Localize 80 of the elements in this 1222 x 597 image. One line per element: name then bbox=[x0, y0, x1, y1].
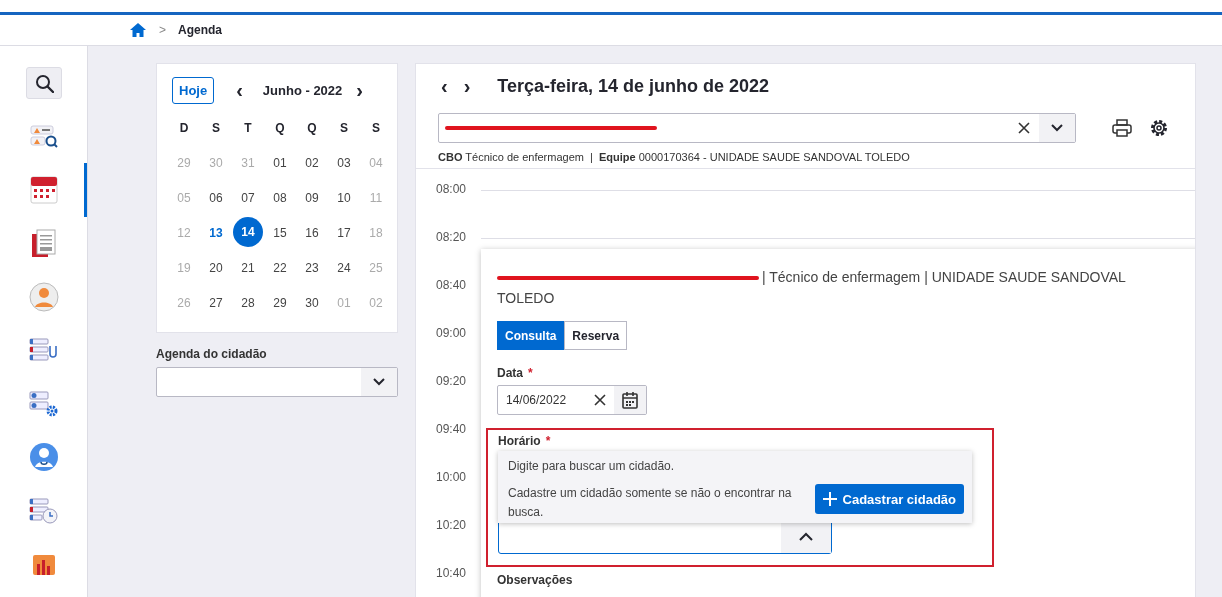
date-title: Terça-feira, 14 de junho de 2022 bbox=[497, 75, 770, 97]
calendar-day[interactable]: 17 bbox=[328, 215, 360, 250]
time-label: 09:00 bbox=[436, 326, 468, 340]
calendar-day[interactable]: 07 bbox=[232, 180, 264, 215]
calendar-day[interactable]: 29 bbox=[264, 285, 296, 320]
chevron-up-icon bbox=[799, 531, 813, 542]
weekday-label: S bbox=[339, 119, 349, 137]
person-icon bbox=[28, 281, 59, 312]
search-icon bbox=[33, 72, 54, 93]
note-text: Cadastre um cidadão somente se não o encontrar na busca. bbox=[508, 485, 793, 521]
calendar-day[interactable]: 14 bbox=[233, 217, 263, 247]
breadcrumb-separator: > bbox=[159, 23, 166, 37]
professional-info: CBO Técnico de enfermagem | Equipe 0000170364 - UNIDADE SAUDE SANDOVAL TOLEDO bbox=[438, 151, 911, 163]
weekday-label: D bbox=[178, 119, 190, 137]
calendar-day[interactable]: 16 bbox=[296, 215, 328, 250]
document-icon bbox=[31, 228, 56, 258]
calendar-day[interactable]: 20 bbox=[200, 250, 232, 285]
calendar-day[interactable]: 21 bbox=[232, 250, 264, 285]
calendar-day[interactable]: 28 bbox=[232, 285, 264, 320]
previous-day-button[interactable]: ‹ bbox=[438, 74, 451, 98]
next-day-button[interactable]: › bbox=[460, 74, 474, 98]
hint-text: Digite para buscar um cidadão. bbox=[508, 459, 676, 473]
clock-list-icon bbox=[29, 497, 58, 524]
time-label: 08:20 bbox=[436, 230, 468, 244]
time-label: 09:40 bbox=[436, 422, 468, 436]
weekday-label: S bbox=[211, 119, 221, 137]
weekday-label: S bbox=[371, 119, 381, 137]
field-label: Agenda do cidadão bbox=[156, 347, 268, 361]
calendar-day[interactable]: 08 bbox=[264, 180, 296, 215]
bar-chart-icon bbox=[31, 553, 56, 575]
doctor-avatar-icon bbox=[28, 442, 59, 473]
type-toggle[interactable]: Consulta bbox=[497, 321, 565, 350]
people-search-icon bbox=[29, 123, 58, 149]
register-citizen-button[interactable]: Cadastrar cidadão bbox=[814, 484, 964, 514]
home-icon[interactable] bbox=[129, 22, 147, 38]
calendar-day[interactable]: 22 bbox=[264, 250, 296, 285]
calendar-day[interactable]: 24 bbox=[328, 250, 360, 285]
required-mark: * bbox=[528, 366, 533, 380]
weekday-label: T bbox=[243, 119, 253, 137]
professional-details: | Técnico de enfermagem | UNIDADE SAUDE SANDOVAL TOLEDO bbox=[497, 269, 1126, 306]
calendar-day[interactable]: 10 bbox=[328, 180, 360, 215]
time-label: 10:00 bbox=[436, 470, 468, 484]
clear-icon[interactable] bbox=[1018, 122, 1030, 134]
calendar-day[interactable]: 23 bbox=[296, 250, 328, 285]
calendar-icon bbox=[29, 175, 58, 204]
time-label: 09:20 bbox=[436, 374, 468, 388]
next-month-button[interactable]: › bbox=[352, 78, 367, 102]
clear-icon[interactable] bbox=[594, 394, 606, 406]
calendar-day[interactable]: 02 bbox=[296, 145, 328, 180]
calendar-day[interactable]: 15 bbox=[264, 215, 296, 250]
time-label: 10:40 bbox=[436, 566, 468, 580]
previous-month-button[interactable]: ‹ bbox=[232, 78, 247, 102]
professional-select[interactable] bbox=[438, 113, 1076, 143]
weekday-label: Q bbox=[306, 119, 318, 137]
printer-icon[interactable] bbox=[1112, 119, 1132, 137]
field-label: Data bbox=[497, 366, 523, 380]
gear-list-icon bbox=[29, 390, 58, 417]
calendar-icon[interactable] bbox=[622, 391, 638, 409]
settings-icon[interactable] bbox=[1149, 118, 1169, 138]
field-label: Observações bbox=[497, 573, 574, 587]
stethoscope-list-icon bbox=[29, 337, 58, 363]
type-toggle[interactable]: Reserva bbox=[564, 321, 628, 350]
calendar-day[interactable]: 03 bbox=[328, 145, 360, 180]
time-label: 08:40 bbox=[436, 278, 468, 292]
calendar-day[interactable]: 01 bbox=[264, 145, 296, 180]
date-field[interactable]: 14/06/2022 bbox=[497, 385, 647, 415]
field-label: Horário bbox=[498, 434, 541, 448]
weekday-label: Q bbox=[274, 119, 286, 137]
required-mark: * bbox=[545, 434, 551, 448]
plus-icon bbox=[822, 492, 837, 506]
calendar-day[interactable]: 13 bbox=[200, 215, 232, 250]
time-label: 08:00 bbox=[436, 182, 468, 196]
time-label: 10:20 bbox=[436, 518, 468, 532]
calendar-day[interactable]: 09 bbox=[296, 180, 328, 215]
calendar-day[interactable]: 27 bbox=[200, 285, 232, 320]
breadcrumb-item[interactable]: Agenda bbox=[178, 23, 223, 37]
month-title: Junho - 2022 bbox=[262, 82, 343, 98]
calendar-day[interactable]: 30 bbox=[296, 285, 328, 320]
calendar-day[interactable]: 06 bbox=[200, 180, 232, 215]
today-button[interactable]: Hoje bbox=[172, 76, 215, 104]
